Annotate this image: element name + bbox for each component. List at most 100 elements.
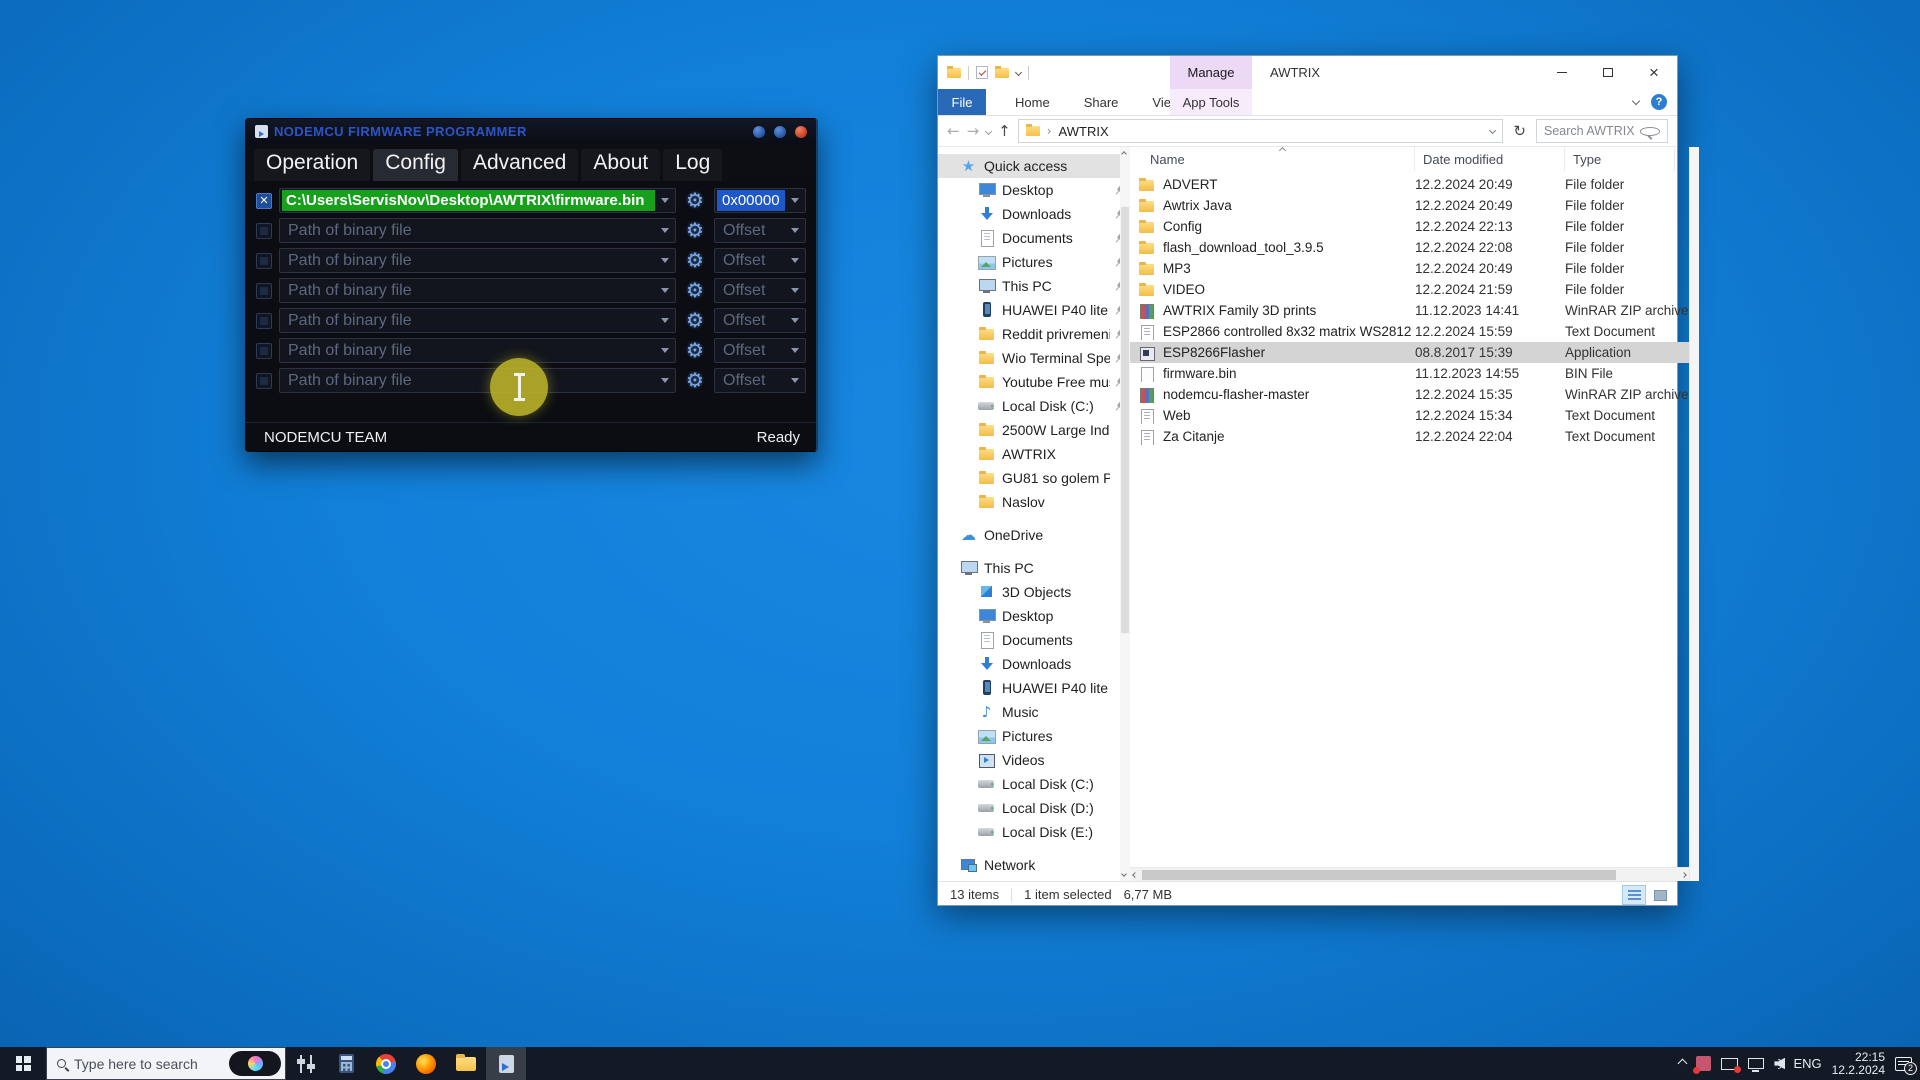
notifications-button[interactable]: 2 bbox=[1895, 1057, 1912, 1071]
gear-icon[interactable]: ⚙ bbox=[683, 218, 707, 243]
column-header-date-modified[interactable]: Date modified bbox=[1415, 147, 1565, 171]
file-row-mp3[interactable]: MP312.2.2024 20:49File folder bbox=[1130, 258, 1689, 279]
ribbon-contextual-tab-manage[interactable]: Manage bbox=[1170, 56, 1252, 89]
back-button[interactable]: ← bbox=[947, 124, 960, 139]
binary-file-checkbox[interactable] bbox=[256, 373, 272, 389]
taskbar-app-explorer[interactable] bbox=[446, 1047, 486, 1080]
scroll-left-icon[interactable] bbox=[1132, 872, 1138, 878]
file-row-web[interactable]: Web12.2.2024 15:34Text Document bbox=[1130, 405, 1689, 426]
language-indicator[interactable]: ENG bbox=[1793, 1056, 1821, 1071]
dropdown-caret-icon[interactable] bbox=[661, 258, 669, 263]
dropdown-caret-icon[interactable] bbox=[791, 198, 799, 203]
binary-path-field[interactable]: Path of binary file bbox=[279, 308, 676, 333]
sidebar-item-quick-access[interactable]: ★Quick access bbox=[938, 154, 1130, 178]
taskbar-app-nodemcu-flasher[interactable] bbox=[486, 1047, 526, 1080]
horizontal-scrollbar-thumb[interactable] bbox=[1142, 870, 1616, 880]
scroll-right-icon[interactable] bbox=[1681, 872, 1687, 878]
tab-home[interactable]: Home bbox=[998, 89, 1067, 115]
sidebar-item-local-disk-e[interactable]: Local Disk (E:) bbox=[938, 820, 1130, 844]
sidebar-item-local-disk-c[interactable]: Local Disk (C:) bbox=[938, 394, 1130, 418]
binary-path-field[interactable]: Path of binary file bbox=[279, 218, 676, 243]
sidebar-item-documents[interactable]: Documents bbox=[938, 628, 1130, 652]
sidebar-item-desktop[interactable]: Desktop bbox=[938, 604, 1130, 628]
tray-expand-chevron-icon[interactable] bbox=[1678, 1059, 1688, 1069]
sidebar-item-naslov[interactable]: Naslov bbox=[938, 490, 1130, 514]
refresh-button[interactable]: ↻ bbox=[1510, 122, 1529, 140]
sidebar-item-videos[interactable]: Videos bbox=[938, 748, 1130, 772]
sidebar-item-youtube-free-music[interactable]: Youtube Free music bbox=[938, 370, 1130, 394]
file-row-esp2866-controlled-8x32-matrix-ws2812-l[interactable]: ESP2866 controlled 8x32 matrix WS2812 L.… bbox=[1130, 321, 1689, 342]
binary-file-checkbox[interactable] bbox=[256, 253, 272, 269]
file-row-firmware-bin[interactable]: firmware.bin11.12.2023 14:55BIN File bbox=[1130, 363, 1689, 384]
binary-path-field[interactable]: Path of binary file bbox=[279, 248, 676, 273]
scroll-up-icon[interactable] bbox=[1121, 151, 1127, 157]
dropdown-caret-icon[interactable] bbox=[791, 258, 799, 263]
dropdown-caret-icon[interactable] bbox=[661, 198, 669, 203]
taskbar-app-calculator[interactable] bbox=[326, 1047, 366, 1080]
binary-path-field[interactable]: Path of binary file bbox=[279, 368, 676, 393]
sidebar-item-documents[interactable]: Documents bbox=[938, 226, 1130, 250]
binary-path-field[interactable]: Path of binary file bbox=[279, 278, 676, 303]
gear-icon[interactable]: ⚙ bbox=[683, 308, 707, 333]
flasher-tab-about[interactable]: About bbox=[581, 149, 660, 181]
offset-field[interactable]: Offset bbox=[714, 218, 806, 243]
binary-path-field[interactable]: Path of binary file bbox=[279, 338, 676, 363]
sidebar-item-local-disk-c[interactable]: Local Disk (C:) bbox=[938, 772, 1130, 796]
sidebar-item-2500w-large-induction-h[interactable]: 2500W Large Induction H bbox=[938, 418, 1130, 442]
folder-icon[interactable] bbox=[947, 68, 961, 78]
dropdown-caret-icon[interactable] bbox=[791, 318, 799, 323]
binary-path-field[interactable]: C:\Users\ServisNov\Desktop\AWTRIX\firmwa… bbox=[279, 188, 676, 213]
address-dropdown-chevron-icon[interactable] bbox=[1489, 126, 1496, 133]
dropdown-caret-icon[interactable] bbox=[791, 228, 799, 233]
details-view-button[interactable] bbox=[1622, 885, 1646, 905]
taskbar-search-box[interactable]: Type here to search bbox=[46, 1047, 286, 1080]
start-button[interactable] bbox=[0, 1047, 46, 1080]
tab-share[interactable]: Share bbox=[1067, 89, 1136, 115]
copilot-button[interactable] bbox=[229, 1051, 281, 1076]
flasher-tab-operation[interactable]: Operation bbox=[254, 149, 370, 181]
address-input[interactable]: › AWTRIX bbox=[1018, 119, 1504, 143]
close-button[interactable]: × bbox=[1631, 56, 1677, 89]
gear-icon[interactable]: ⚙ bbox=[683, 278, 707, 303]
properties-icon[interactable] bbox=[976, 66, 988, 79]
sidebar-item-huawei-p40-lite[interactable]: HUAWEI P40 lite bbox=[938, 298, 1130, 322]
sidebar-item-pictures[interactable]: Pictures bbox=[938, 250, 1130, 274]
column-header-type[interactable]: Type bbox=[1565, 147, 1675, 171]
sidebar-item-downloads[interactable]: Downloads bbox=[938, 202, 1130, 226]
sidebar-item-network[interactable]: Network bbox=[938, 853, 1130, 877]
file-row-config[interactable]: Config12.2.2024 22:13File folder bbox=[1130, 216, 1689, 237]
tab-app-tools[interactable]: App Tools bbox=[1170, 89, 1252, 115]
dropdown-caret-icon[interactable] bbox=[661, 318, 669, 323]
binary-file-checkbox[interactable] bbox=[256, 223, 272, 239]
dropdown-caret-icon[interactable] bbox=[661, 228, 669, 233]
sidebar-item-music[interactable]: ♪Music bbox=[938, 700, 1130, 724]
dropdown-caret-icon[interactable] bbox=[791, 378, 799, 383]
dropdown-caret-icon[interactable] bbox=[791, 288, 799, 293]
dropdown-caret-icon[interactable] bbox=[661, 378, 669, 383]
sidebar-item-local-disk-d[interactable]: Local Disk (D:) bbox=[938, 796, 1130, 820]
file-row-flash-download-tool-3-9-5[interactable]: flash_download_tool_3.9.512.2.2024 22:08… bbox=[1130, 237, 1689, 258]
offset-field[interactable]: Offset bbox=[714, 368, 806, 393]
volume-button[interactable] bbox=[1774, 1058, 1783, 1070]
sidebar-item-onedrive[interactable]: ☁OneDrive bbox=[938, 523, 1130, 547]
new-folder-icon[interactable] bbox=[995, 68, 1009, 78]
taskbar-app-firefox[interactable] bbox=[406, 1047, 446, 1080]
thumbnails-view-button[interactable] bbox=[1648, 885, 1672, 905]
scroll-down-icon[interactable] bbox=[1121, 871, 1127, 877]
gear-icon[interactable]: ⚙ bbox=[683, 248, 707, 273]
binary-file-checkbox[interactable] bbox=[256, 313, 272, 329]
gear-icon[interactable]: ⚙ bbox=[683, 368, 707, 393]
sidebar-item-wio-terminal-spectrur[interactable]: Wio Terminal Spectrur bbox=[938, 346, 1130, 370]
vertical-scrollbar[interactable] bbox=[1689, 147, 1699, 881]
binary-file-checkbox[interactable] bbox=[256, 193, 272, 209]
recent-locations-chevron-icon[interactable] bbox=[985, 127, 992, 134]
sidebar-item-huawei-p40-lite[interactable]: HUAWEI P40 lite bbox=[938, 676, 1130, 700]
flasher-tab-config[interactable]: Config bbox=[373, 149, 458, 181]
up-button[interactable]: ↑ bbox=[998, 124, 1011, 139]
flasher-close-button[interactable] bbox=[795, 126, 807, 138]
flasher-tab-advanced[interactable]: Advanced bbox=[461, 149, 578, 181]
horizontal-scrollbar[interactable] bbox=[1130, 867, 1689, 881]
breadcrumb-awtrix[interactable]: AWTRIX bbox=[1059, 124, 1484, 139]
dropdown-caret-icon[interactable] bbox=[791, 348, 799, 353]
offset-field[interactable]: Offset bbox=[714, 278, 806, 303]
